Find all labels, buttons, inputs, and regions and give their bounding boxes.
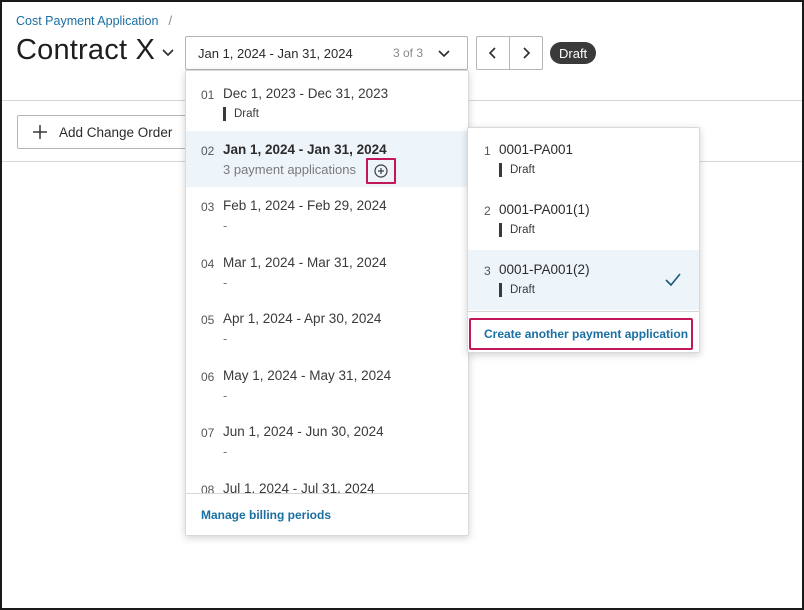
application-number: 3: [484, 264, 491, 278]
title-row: Contract X: [16, 34, 175, 67]
period-range: Feb 1, 2024 - Feb 29, 2024: [223, 198, 387, 213]
draft-status-tag: Draft: [499, 283, 535, 297]
billing-period-dropdown: 01 Dec 1, 2023 - Dec 31, 2023 Draft 02 J…: [185, 70, 469, 536]
plus-icon: [33, 125, 47, 139]
period-range: Mar 1, 2024 - Mar 31, 2024: [223, 255, 387, 270]
breadcrumb: Cost Payment Application /: [16, 13, 172, 28]
period-item-05[interactable]: 05 Apr 1, 2024 - Apr 30, 2024 -: [186, 300, 468, 356]
manage-billing-periods-link[interactable]: Manage billing periods: [201, 508, 331, 522]
breadcrumb-separator: /: [168, 13, 173, 28]
breadcrumb-link-cost-payment-application[interactable]: Cost Payment Application: [16, 14, 158, 28]
period-range: Jan 1, 2024 - Jan 31, 2024: [223, 142, 387, 157]
checkmark-icon: [665, 273, 681, 287]
period-nav-group: [476, 36, 543, 70]
chevron-left-icon: [488, 47, 496, 59]
add-change-order-button[interactable]: Add Change Order: [17, 115, 187, 149]
payment-application-submenu: 1 0001-PA001 Draft 2 0001-PA001(1) Draft…: [467, 127, 700, 353]
draft-status-tag: Draft: [499, 223, 535, 237]
billing-period-value: Jan 1, 2024 - Jan 31, 2024: [198, 45, 353, 61]
billing-period-select[interactable]: Jan 1, 2024 - Jan 31, 2024 3 of 3: [185, 36, 468, 70]
page-title[interactable]: Contract X: [16, 34, 155, 67]
payment-application-item-2[interactable]: 2 0001-PA001(1) Draft: [468, 190, 699, 250]
period-number: 04: [201, 257, 215, 271]
app-frame: Cost Payment Application / Contract X Ja…: [0, 0, 804, 610]
payment-application-item-3[interactable]: 3 0001-PA001(2) Draft: [468, 250, 699, 310]
billing-period-footer: Manage billing periods: [186, 493, 468, 535]
period-range: Apr 1, 2024 - Apr 30, 2024: [223, 311, 382, 326]
period-subtext: -: [223, 275, 228, 290]
period-item-01[interactable]: 01 Dec 1, 2023 - Dec 31, 2023 Draft: [186, 75, 468, 131]
period-item-08[interactable]: 08 Jul 1, 2024 - Jul 31, 2024: [186, 470, 468, 493]
status-badge: Draft: [550, 42, 597, 64]
add-circle-icon: [374, 164, 388, 178]
expand-payment-applications-button[interactable]: [366, 158, 396, 184]
application-number: 1: [484, 144, 491, 158]
period-item-06[interactable]: 06 May 1, 2024 - May 31, 2024 -: [186, 357, 468, 413]
period-number: 05: [201, 313, 215, 327]
period-item-07[interactable]: 07 Jun 1, 2024 - Jun 30, 2024 -: [186, 413, 468, 469]
create-payment-application-button[interactable]: Create another payment application: [469, 318, 693, 350]
chevron-right-icon: [523, 47, 531, 59]
period-range: Dec 1, 2023 - Dec 31, 2023: [223, 86, 389, 101]
period-subtext: -: [223, 331, 228, 346]
next-period-button[interactable]: [509, 37, 542, 69]
payment-applications-count: 3 payment applications: [223, 162, 356, 177]
period-number: 01: [201, 88, 215, 102]
chevron-down-icon: [438, 50, 450, 58]
submenu-divider: [468, 311, 699, 312]
period-number: 07: [201, 426, 215, 440]
billing-period-list[interactable]: 01 Dec 1, 2023 - Dec 31, 2023 Draft 02 J…: [186, 71, 468, 493]
billing-period-count: 3 of 3: [392, 46, 423, 60]
draft-status-tag: Draft: [499, 163, 535, 177]
period-subtext: -: [223, 388, 228, 403]
application-name: 0001-PA001: [499, 142, 574, 157]
application-name: 0001-PA001(1): [499, 202, 590, 217]
application-number: 2: [484, 204, 491, 218]
previous-period-button[interactable]: [477, 37, 509, 69]
period-item-04[interactable]: 04 Mar 1, 2024 - Mar 31, 2024 -: [186, 244, 468, 300]
period-number: 06: [201, 370, 215, 384]
period-number: 03: [201, 200, 215, 214]
payment-application-item-1[interactable]: 1 0001-PA001 Draft: [468, 130, 699, 190]
period-subtext: -: [223, 218, 228, 233]
period-range: Jul 1, 2024 - Jul 31, 2024: [223, 481, 375, 493]
period-range: Jun 1, 2024 - Jun 30, 2024: [223, 424, 384, 439]
period-item-03[interactable]: 03 Feb 1, 2024 - Feb 29, 2024 -: [186, 187, 468, 243]
period-range: May 1, 2024 - May 31, 2024: [223, 368, 392, 383]
period-subtext: -: [223, 444, 228, 459]
application-name: 0001-PA001(2): [499, 262, 590, 277]
add-change-order-label: Add Change Order: [59, 124, 173, 140]
period-number: 02: [201, 144, 215, 158]
draft-status-tag: Draft: [223, 107, 259, 121]
chevron-down-icon[interactable]: [161, 46, 175, 60]
period-item-02[interactable]: 02 Jan 1, 2024 - Jan 31, 2024 3 payment …: [186, 131, 468, 187]
period-number: 08: [201, 483, 215, 493]
